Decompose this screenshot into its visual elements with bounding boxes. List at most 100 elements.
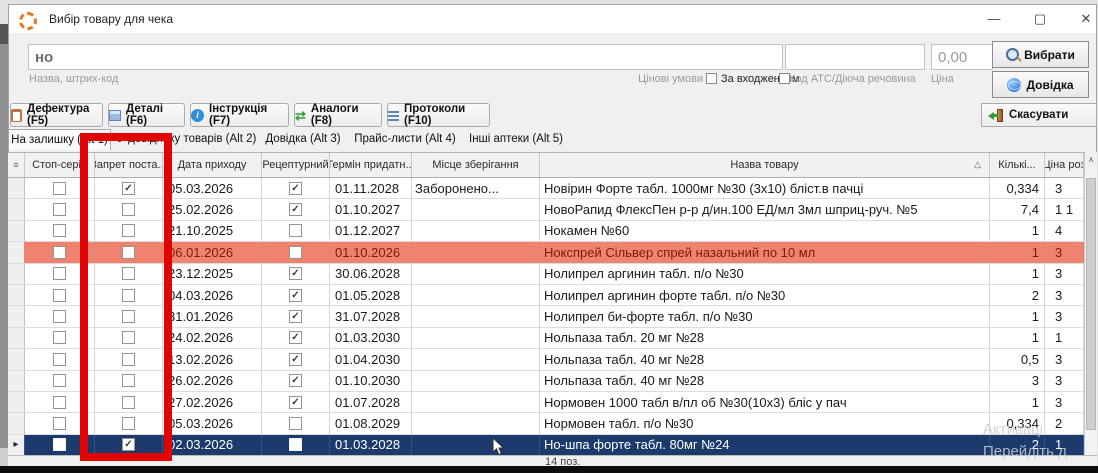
tab-other-pharmacies[interactable]: Інші аптеки (Alt 5) (465, 129, 567, 150)
checkbox-checked[interactable]: ✓ (289, 331, 302, 344)
cell-stop-series[interactable] (25, 306, 95, 326)
header-rowhead[interactable]: ≡ (8, 153, 25, 177)
checkbox-checked[interactable]: ✓ (122, 182, 135, 195)
checkbox-unchecked[interactable] (122, 353, 135, 366)
cell-stop-series[interactable] (25, 242, 95, 262)
cell-prescription[interactable] (262, 242, 330, 262)
match-anywhere-checkbox[interactable] (706, 73, 717, 84)
cell-supplier-ban[interactable] (95, 349, 163, 369)
cell-stop-series[interactable] (25, 435, 95, 455)
header-stop[interactable]: Стоп-серія (25, 153, 95, 177)
cancel-button[interactable]: Скасувати (981, 103, 1097, 127)
checkbox-unchecked[interactable] (53, 182, 66, 195)
cell-stop-series[interactable] (25, 199, 95, 219)
checkbox-unchecked[interactable] (289, 417, 302, 430)
maximize-button[interactable]: ▢ (1020, 5, 1060, 33)
checkbox-unchecked[interactable] (122, 203, 135, 216)
table-row[interactable]: 24.02.2026✓01.03.2030Нольпаза табл. 20 м… (8, 328, 1097, 349)
tab-price-lists[interactable]: Прайс-листи (Alt 4) (351, 129, 459, 150)
table-row[interactable]: ▸✓02.03.202601.03.2028Но-шпа форте табл.… (8, 435, 1097, 455)
cell-prescription[interactable]: ✓ (262, 306, 330, 326)
cell-supplier-ban[interactable] (95, 306, 163, 326)
cell-prescription[interactable] (262, 413, 330, 433)
cell-supplier-ban[interactable] (95, 285, 163, 305)
checkbox-unchecked[interactable] (53, 224, 66, 237)
cell-prescription[interactable]: ✓ (262, 328, 330, 348)
header-name[interactable]: Назва товару△ (540, 153, 990, 177)
defectura-button[interactable]: Дефектура (F5) (10, 103, 103, 127)
cell-supplier-ban[interactable]: ✓ (95, 435, 163, 455)
protocols-button[interactable]: Протоколи (F10) (387, 103, 490, 127)
table-row[interactable]: 25.02.2026✓01.10.2027НовоРапид ФлексПен … (8, 199, 1097, 220)
tab-on-stock[interactable]: На залишку (Alt 1) (8, 129, 111, 150)
checkbox-unchecked[interactable] (122, 417, 135, 430)
checkbox-unchecked[interactable] (122, 396, 135, 409)
atc-input[interactable] (785, 44, 925, 70)
checkbox-checked[interactable]: ✓ (289, 310, 302, 323)
header-term[interactable]: Термін придатн... (330, 153, 412, 177)
cell-supplier-ban[interactable] (95, 221, 163, 241)
instruction-button[interactable]: i Інструкція (F7) (190, 103, 289, 127)
cell-stop-series[interactable] (25, 413, 95, 433)
select-button[interactable]: Вибрати (992, 41, 1089, 68)
checkbox-unchecked[interactable] (122, 224, 135, 237)
checkbox-unchecked[interactable] (53, 417, 66, 430)
cell-supplier-ban[interactable]: ✓ (95, 178, 163, 198)
cell-supplier-ban[interactable] (95, 264, 163, 284)
checkbox-checked[interactable]: ✓ (122, 438, 135, 451)
header-recept[interactable]: Рецептурний (262, 153, 330, 177)
cell-stop-series[interactable] (25, 221, 95, 241)
checkbox-unchecked[interactable] (53, 203, 66, 216)
table-row[interactable]: 21.10.202501.12.2027Нокамен №6014 (8, 221, 1097, 242)
scrollbar-thumb[interactable] (1086, 178, 1096, 430)
minimize-button[interactable]: — (974, 5, 1014, 33)
checkbox-unchecked[interactable] (53, 353, 66, 366)
vertical-scrollbar[interactable]: ∧ (1084, 152, 1097, 455)
cell-supplier-ban[interactable] (95, 199, 163, 219)
checkbox-unchecked[interactable] (53, 374, 66, 387)
scroll-up-icon[interactable]: ∧ (1085, 152, 1097, 168)
cell-supplier-ban[interactable] (95, 371, 163, 391)
checkbox-checked[interactable] (53, 438, 66, 451)
checkbox-checked[interactable]: ✓ (289, 267, 302, 280)
header-date[interactable]: Дата приходу (163, 153, 262, 177)
checkbox-unchecked[interactable] (122, 374, 135, 387)
cell-prescription[interactable] (262, 221, 330, 241)
checkbox-unchecked[interactable] (122, 331, 135, 344)
cell-prescription[interactable]: ✓ (262, 178, 330, 198)
table-row[interactable]: 26.02.2026✓01.10.2030Нольпаза табл. 40 м… (8, 371, 1097, 392)
checkbox-unchecked[interactable] (289, 224, 302, 237)
column-chooser-icon[interactable]: ≡ (13, 160, 18, 170)
cell-stop-series[interactable] (25, 371, 95, 391)
cell-stop-series[interactable] (25, 178, 95, 198)
header-place[interactable]: Місце зберігання (412, 153, 540, 177)
checkbox-unchecked[interactable] (53, 289, 66, 302)
checkbox-unchecked[interactable] (122, 310, 135, 323)
checkbox-checked[interactable]: ✓ (289, 203, 302, 216)
cell-stop-series[interactable] (25, 328, 95, 348)
cell-prescription[interactable]: ✓ (262, 285, 330, 305)
checkbox-unchecked[interactable] (122, 246, 135, 259)
checkbox-unchecked[interactable] (53, 310, 66, 323)
help-button[interactable]: Довідка (992, 71, 1089, 98)
table-row[interactable]: 31.01.2026✓31.07.2028Нолипрел би-форте т… (8, 306, 1097, 327)
table-row[interactable]: 13.02.2026✓01.04.2030Нольпаза табл. 40 м… (8, 349, 1097, 370)
cell-stop-series[interactable] (25, 264, 95, 284)
checkbox-unchecked[interactable] (53, 246, 66, 259)
checkbox-checked[interactable]: ✓ (289, 396, 302, 409)
price-input[interactable] (931, 44, 993, 70)
close-button[interactable]: ✕ (1066, 5, 1098, 33)
cell-stop-series[interactable] (25, 349, 95, 369)
checkbox-unchecked[interactable] (122, 267, 135, 280)
cell-prescription[interactable]: ✓ (262, 264, 330, 284)
checkbox-unchecked[interactable] (53, 331, 66, 344)
checkbox-checked[interactable]: ✓ (289, 353, 302, 366)
cell-prescription[interactable]: ✓ (262, 199, 330, 219)
table-row[interactable]: ✓05.03.2026✓01.11.2028Заборонено...Новір… (8, 178, 1097, 199)
cell-stop-series[interactable] (25, 392, 95, 412)
table-row[interactable]: 27.02.2026✓01.07.2028Нормовен 1000 табл … (8, 392, 1097, 413)
checkbox-unchecked[interactable] (53, 267, 66, 280)
checkbox-checked[interactable]: ✓ (289, 289, 302, 302)
checkbox-checked[interactable]: ✓ (289, 374, 302, 387)
search-input[interactable] (28, 44, 783, 70)
